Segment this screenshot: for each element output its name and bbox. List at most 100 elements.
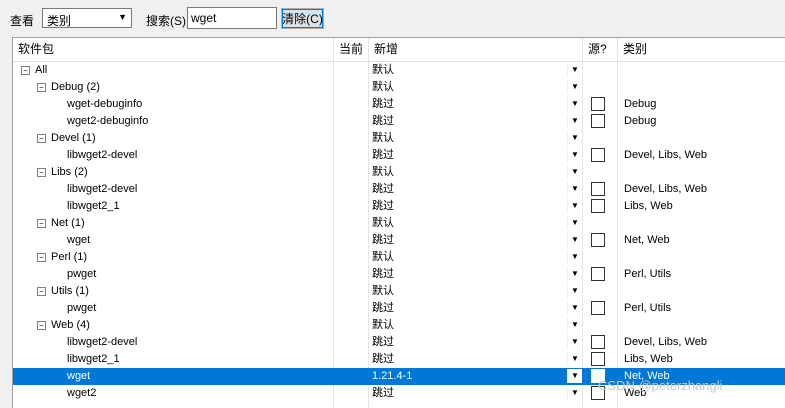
chevron-down-icon[interactable]: ▼ — [567, 165, 582, 179]
new-version-select[interactable]: 默认 ▼ — [369, 317, 582, 334]
package-label: Web (4) — [51, 319, 90, 331]
new-version-select[interactable]: 默认 ▼ — [369, 79, 582, 96]
package-label: Utils (1) — [51, 285, 89, 297]
new-version-select[interactable]: 跳过 ▼ — [369, 334, 582, 351]
search-label: 搜索(S) — [146, 14, 186, 28]
new-version-select[interactable]: 默认 ▼ — [369, 283, 582, 300]
source-checkbox[interactable] — [591, 182, 605, 196]
collapse-toggle-icon[interactable]: − — [37, 321, 46, 330]
source-checkbox[interactable] — [591, 352, 605, 366]
new-version-value: 跳过 — [372, 234, 394, 246]
source-checkbox[interactable] — [591, 97, 605, 111]
table-row[interactable]: − Perl (1) 默认 ▼ — [13, 249, 785, 266]
collapse-toggle-icon[interactable]: − — [37, 219, 46, 228]
chevron-down-icon[interactable]: ▼ — [567, 148, 582, 162]
source-checkbox[interactable] — [591, 199, 605, 213]
table-row[interactable]: − Net (1) 默认 ▼ — [13, 215, 785, 232]
new-version-value: 默认 — [372, 217, 394, 229]
category-label: Perl, Utils — [624, 268, 672, 280]
chevron-down-icon[interactable]: ▼ — [567, 352, 582, 366]
new-version-select[interactable]: 跳过 ▼ — [369, 266, 582, 283]
column-header-current[interactable]: 当前 — [334, 38, 369, 61]
table-row[interactable]: wget-debuginfo 跳过 ▼ Debug — [13, 96, 785, 113]
new-version-select[interactable]: 跳过 ▼ — [369, 385, 582, 402]
chevron-down-icon[interactable]: ▼ — [567, 63, 582, 77]
new-version-select[interactable]: 默认 ▼ — [369, 130, 582, 147]
source-checkbox[interactable] — [591, 114, 605, 128]
table-row[interactable]: libwget2-devel 跳过 ▼ Devel, Libs, Web — [13, 181, 785, 198]
collapse-toggle-icon[interactable]: − — [37, 287, 46, 296]
column-header-package[interactable]: 软件包 — [13, 38, 334, 61]
chevron-down-icon: ▼ — [118, 12, 127, 22]
collapse-toggle-icon[interactable]: − — [37, 253, 46, 262]
collapse-toggle-icon[interactable]: − — [37, 134, 46, 143]
table-row[interactable]: − Libs (2) 默认 ▼ — [13, 164, 785, 181]
table-row[interactable]: wget 跳过 ▼ Net, Web — [13, 232, 785, 249]
chevron-down-icon[interactable]: ▼ — [567, 301, 582, 315]
table-row[interactable]: − Utils (1) 默认 ▼ — [13, 283, 785, 300]
chevron-down-icon[interactable]: ▼ — [567, 250, 582, 264]
new-version-select[interactable]: 跳过 ▼ — [369, 351, 582, 368]
chevron-down-icon[interactable]: ▼ — [567, 114, 582, 128]
collapse-toggle-icon[interactable]: − — [37, 168, 46, 177]
new-version-select[interactable]: 跳过 ▼ — [369, 181, 582, 198]
chevron-down-icon[interactable]: ▼ — [567, 335, 582, 349]
table-row[interactable]: − All 默认 ▼ — [13, 62, 785, 79]
package-label: Devel (1) — [51, 132, 96, 144]
new-version-select[interactable]: 默认 ▼ — [369, 249, 582, 266]
new-version-value: 跳过 — [372, 98, 394, 110]
category-label: Net, Web — [624, 234, 670, 246]
table-row[interactable]: pwget 跳过 ▼ Perl, Utils — [13, 266, 785, 283]
new-version-select[interactable]: 默认 ▼ — [369, 62, 582, 79]
search-input[interactable] — [187, 7, 277, 29]
table-row[interactable]: libwget2_1 跳过 ▼ Libs, Web — [13, 351, 785, 368]
new-version-value: 跳过 — [372, 115, 394, 127]
column-header-source[interactable]: 源? — [583, 38, 618, 61]
new-version-select[interactable]: 跳过 ▼ — [369, 147, 582, 164]
new-version-select[interactable]: 跳过 ▼ — [369, 96, 582, 113]
column-header-new[interactable]: 新增 — [369, 38, 583, 61]
table-row[interactable]: − Debug (2) 默认 ▼ — [13, 79, 785, 96]
package-label: Libs (2) — [51, 166, 88, 178]
source-checkbox[interactable] — [591, 267, 605, 281]
watermark: CSDN @peterzhangli — [598, 378, 723, 393]
category-label: Libs, Web — [624, 200, 673, 212]
new-version-select[interactable]: 默认 ▼ — [369, 215, 582, 232]
table-row[interactable]: libwget2-devel 跳过 ▼ Devel, Libs, Web — [13, 147, 785, 164]
source-checkbox[interactable] — [591, 148, 605, 162]
chevron-down-icon[interactable]: ▼ — [567, 97, 582, 111]
chevron-down-icon[interactable]: ▼ — [567, 233, 582, 247]
new-version-select[interactable]: 跳过 ▼ — [369, 198, 582, 215]
new-version-select[interactable]: 默认 ▼ — [369, 164, 582, 181]
column-header-category[interactable]: 类别 — [618, 38, 785, 61]
chevron-down-icon[interactable]: ▼ — [567, 284, 582, 298]
new-version-select[interactable]: 跳过 ▼ — [369, 232, 582, 249]
new-version-select[interactable]: 1.21.4-1 ▼ — [369, 368, 582, 385]
package-label: Debug (2) — [51, 81, 100, 93]
chevron-down-icon[interactable]: ▼ — [567, 369, 582, 383]
table-row[interactable]: − Devel (1) 默认 ▼ — [13, 130, 785, 147]
chevron-down-icon[interactable]: ▼ — [567, 199, 582, 213]
view-select[interactable]: 类别 ▼ — [42, 8, 132, 28]
new-version-value: 跳过 — [372, 200, 394, 212]
chevron-down-icon[interactable]: ▼ — [567, 386, 582, 400]
new-version-select[interactable]: 跳过 ▼ — [369, 113, 582, 130]
table-row[interactable]: libwget2_1 跳过 ▼ Libs, Web — [13, 198, 785, 215]
source-checkbox[interactable] — [591, 335, 605, 349]
table-row[interactable]: − Web (4) 默认 ▼ — [13, 317, 785, 334]
chevron-down-icon[interactable]: ▼ — [567, 267, 582, 281]
new-version-select[interactable]: 跳过 ▼ — [369, 300, 582, 317]
collapse-toggle-icon[interactable]: − — [21, 66, 30, 75]
clear-button[interactable]: 清除(C) — [281, 8, 324, 29]
chevron-down-icon[interactable]: ▼ — [567, 131, 582, 145]
table-row[interactable]: wget2-debuginfo 跳过 ▼ Debug — [13, 113, 785, 130]
chevron-down-icon[interactable]: ▼ — [567, 216, 582, 230]
chevron-down-icon[interactable]: ▼ — [567, 182, 582, 196]
table-row[interactable]: libwget2-devel 跳过 ▼ Devel, Libs, Web — [13, 334, 785, 351]
source-checkbox[interactable] — [591, 233, 605, 247]
table-row[interactable]: pwget 跳过 ▼ Perl, Utils — [13, 300, 785, 317]
source-checkbox[interactable] — [591, 301, 605, 315]
chevron-down-icon[interactable]: ▼ — [567, 80, 582, 94]
chevron-down-icon[interactable]: ▼ — [567, 318, 582, 332]
collapse-toggle-icon[interactable]: − — [37, 83, 46, 92]
